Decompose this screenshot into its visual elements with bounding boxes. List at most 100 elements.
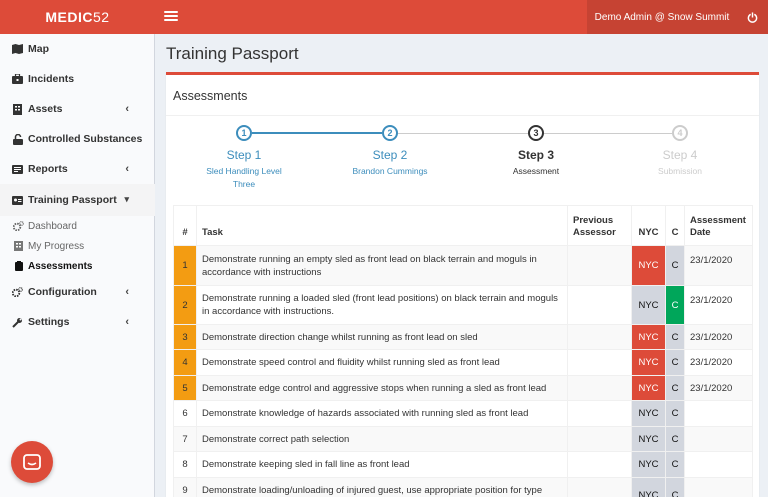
report-icon <box>12 164 23 175</box>
nyc-toggle[interactable]: NYC <box>631 451 666 478</box>
sidebar-subitem-my-progress[interactable]: My Progress <box>0 236 155 256</box>
lock-icon <box>12 133 23 145</box>
column-header-assessment-date[interactable]: Assessment Date <box>684 205 753 246</box>
row-number: 2 <box>173 285 197 325</box>
nyc-toggle[interactable]: NYC <box>631 400 666 427</box>
column-header-c[interactable]: C <box>665 205 685 246</box>
nyc-toggle[interactable]: NYC <box>631 477 666 497</box>
table-row: 7 Demonstrate correct path selection NYC… <box>173 426 753 452</box>
sidebar-item-controlled-substances[interactable]: Controlled Substances <box>0 124 155 154</box>
nyc-toggle[interactable]: NYC <box>631 245 666 286</box>
sidebar-subitem-assessments[interactable]: Assessments <box>0 256 155 276</box>
sidebar-item-settings[interactable]: Settings ‹ <box>0 307 155 337</box>
table-row: 1 Demonstrate running an empty sled as f… <box>173 245 753 286</box>
column-header-task[interactable]: Task <box>196 205 568 246</box>
c-toggle[interactable]: C <box>665 426 685 452</box>
table-row: 9 Demonstrate loading/unloading of injur… <box>173 477 753 497</box>
previous-assessor-cell <box>567 426 632 452</box>
map-icon <box>12 44 23 55</box>
nyc-toggle[interactable]: NYC <box>631 375 666 401</box>
row-number: 8 <box>173 451 197 478</box>
sidebar-item-incidents[interactable]: Incidents <box>0 64 155 94</box>
date-cell: 23/1/2020 <box>684 324 753 350</box>
step-subtitle-line: Sled Handling Level <box>206 166 282 176</box>
user-menu[interactable]: Demo Admin @ Snow Summit <box>587 0 737 34</box>
chevron-left-icon: ‹ <box>125 286 129 298</box>
step-connector <box>398 133 528 134</box>
sidebar-item-label: Settings <box>28 316 70 328</box>
previous-assessor-cell <box>567 245 632 286</box>
date-cell <box>684 426 753 452</box>
column-header-previous-assessor[interactable]: Previous Assessor <box>567 205 632 246</box>
step-4-circle[interactable]: 4 <box>672 125 688 141</box>
sidebar-subitem-dashboard[interactable]: Dashboard <box>0 216 155 236</box>
c-toggle[interactable]: C <box>665 245 685 286</box>
task-cell: Demonstrate edge control and aggressive … <box>196 375 568 401</box>
row-number: 9 <box>173 477 197 497</box>
nyc-toggle[interactable]: NYC <box>631 426 666 452</box>
row-number: 1 <box>173 245 197 286</box>
sidebar-item-label: Incidents <box>28 73 75 85</box>
sidebar-toggle-icon[interactable] <box>164 9 178 23</box>
step-4-subtitle: Submission <box>658 166 702 176</box>
row-number: 5 <box>173 375 197 401</box>
c-toggle[interactable]: C <box>665 477 685 497</box>
task-cell: Demonstrate direction change whilst runn… <box>196 324 568 350</box>
table-row: 6 Demonstrate knowledge of hazards assoc… <box>173 400 753 427</box>
header-line: Assessor <box>573 227 616 238</box>
clipboard-icon <box>13 261 24 272</box>
previous-assessor-cell <box>567 477 632 497</box>
sidebar-item-assets[interactable]: Assets ‹ <box>0 94 155 124</box>
date-cell: 23/1/2020 <box>684 375 753 401</box>
step-3-subtitle: Assessment <box>512 166 560 176</box>
table-row: 4 Demonstrate speed control and fluidity… <box>173 349 753 376</box>
task-cell: Demonstrate running a loaded sled (front… <box>196 285 568 325</box>
sidebar-item-map[interactable]: Map <box>0 34 155 64</box>
header-line: Date <box>690 227 711 238</box>
sidebar-item-label: Controlled Substances <box>28 133 143 145</box>
header-line: Previous <box>573 215 614 226</box>
c-toggle[interactable]: C <box>665 375 685 401</box>
chat-launcher-button[interactable] <box>11 441 53 483</box>
nyc-toggle[interactable]: NYC <box>631 349 666 376</box>
c-toggle[interactable]: C <box>665 349 685 376</box>
previous-assessor-cell <box>567 451 632 478</box>
previous-assessor-cell <box>567 349 632 376</box>
c-toggle[interactable]: C <box>665 324 685 350</box>
c-toggle[interactable]: C <box>665 285 685 325</box>
power-icon[interactable] <box>737 0 768 34</box>
chevron-down-icon: ▾ <box>124 194 129 204</box>
sidebar-item-label: Assets <box>28 103 63 115</box>
column-header-nyc[interactable]: NYC <box>631 205 666 246</box>
step-3-circle[interactable]: 3 <box>528 125 544 141</box>
step-2-subtitle: Brandon Cummings <box>352 166 428 176</box>
c-toggle[interactable]: C <box>665 451 685 478</box>
step-1-circle[interactable]: 1 <box>236 125 252 141</box>
task-cell: Demonstrate correct path selection <box>196 426 568 452</box>
step-2-circle[interactable]: 2 <box>382 125 398 141</box>
row-number: 6 <box>173 400 197 427</box>
step-3-title[interactable]: Step 3 <box>486 148 586 162</box>
sidebar-item-training-passport[interactable]: Training Passport ▾ <box>0 184 155 216</box>
sidebar-item-reports[interactable]: Reports ‹ <box>0 154 155 184</box>
step-2-title[interactable]: Step 2 <box>340 148 440 162</box>
c-toggle[interactable]: C <box>665 400 685 427</box>
previous-assessor-cell <box>567 285 632 325</box>
nyc-toggle[interactable]: NYC <box>631 324 666 350</box>
step-connector <box>544 133 672 134</box>
sidebar: Map Incidents Assets ‹ Controlled Substa… <box>0 34 155 497</box>
column-header-number[interactable]: # <box>173 205 197 246</box>
task-cell: Demonstrate knowledge of hazards associa… <box>196 400 568 427</box>
step-1-title[interactable]: Step 1 <box>194 148 294 162</box>
sidebar-item-label: Map <box>28 43 49 55</box>
task-cell: Demonstrate running an empty sled as fro… <box>196 245 568 286</box>
top-navbar: MEDIC 52 Demo Admin @ Snow Summit <box>0 0 768 34</box>
logo-text-light: 52 <box>93 9 110 25</box>
nyc-toggle[interactable]: NYC <box>631 285 666 325</box>
wrench-icon <box>12 317 23 328</box>
sidebar-subitem-label: Dashboard <box>28 220 77 232</box>
passport-icon <box>12 195 23 206</box>
app-logo[interactable]: MEDIC 52 <box>0 0 155 34</box>
step-4-title[interactable]: Step 4 <box>630 148 730 162</box>
sidebar-item-configuration[interactable]: Configuration ‹ <box>0 277 155 307</box>
